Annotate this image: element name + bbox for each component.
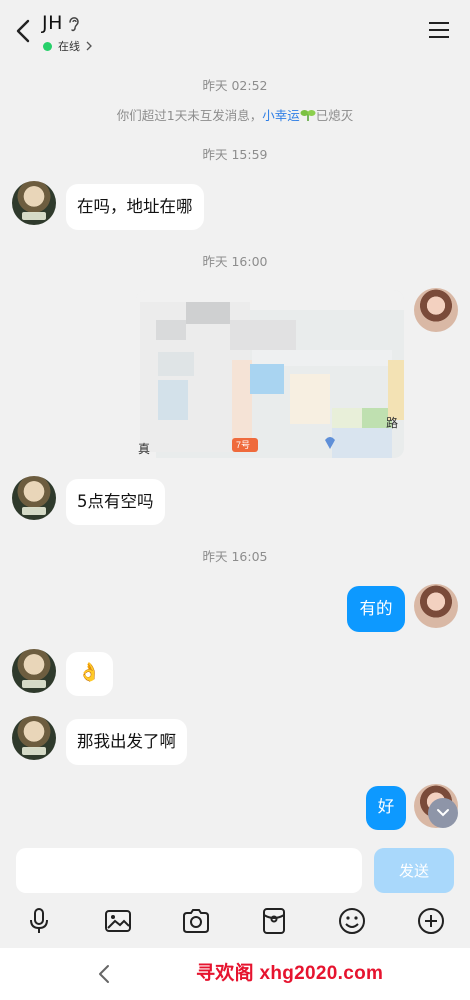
map-tile	[186, 302, 230, 324]
chevron-right-icon	[86, 41, 92, 51]
avatar-badge	[22, 507, 46, 515]
map-text: 真	[138, 442, 151, 456]
chevron-down-icon	[437, 809, 449, 817]
composer-toolbar	[0, 904, 470, 944]
map-text: 路	[386, 416, 399, 430]
map-tile	[158, 352, 194, 376]
avatar-badge	[22, 680, 46, 688]
map-road	[232, 360, 252, 450]
avatar[interactable]	[12, 476, 56, 520]
watermark: 寻欢阁 xhg2020.com	[196, 963, 384, 984]
location-card[interactable]: 7号 真 路	[136, 290, 404, 458]
timestamp: 昨天 15:59	[202, 147, 268, 162]
message-input[interactable]	[16, 848, 362, 893]
avatar-badge	[22, 212, 46, 220]
system-note-suffix: 已熄灭	[315, 108, 354, 123]
message-bubble-incoming[interactable]: 👌	[66, 652, 113, 696]
map-tile	[158, 380, 188, 420]
camera-icon[interactable]	[181, 906, 211, 936]
message-bubble-outgoing[interactable]: 有的	[347, 586, 405, 632]
avatar-self[interactable]	[414, 584, 458, 628]
map-poi-label: 7号	[232, 438, 258, 452]
menu-icon[interactable]	[428, 20, 450, 40]
map-water	[250, 364, 284, 394]
message-bubble-incoming[interactable]: 在吗，地址在哪	[66, 184, 204, 230]
avatar-badge	[22, 747, 46, 755]
image-icon[interactable]	[103, 906, 133, 936]
back-arrow-icon[interactable]	[10, 16, 36, 46]
timestamp: 昨天 16:05	[202, 549, 268, 564]
avatar-self[interactable]	[414, 288, 458, 332]
map-road	[388, 360, 404, 420]
lucky-link[interactable]: 小幸运	[262, 108, 300, 123]
send-button[interactable]: 发送	[374, 848, 454, 893]
contact-name[interactable]: JH	[42, 12, 63, 34]
red-packet-icon[interactable]	[259, 906, 289, 936]
nav-back-icon[interactable]	[95, 963, 113, 985]
system-note: 你们超过1天未互发消息，小幸运 已熄灭	[0, 105, 470, 124]
location-pin-icon	[325, 437, 335, 449]
timestamp: 昨天 02:52	[202, 78, 268, 93]
avatar[interactable]	[12, 181, 56, 225]
system-note-text: 你们超过1天未互发消息，	[116, 108, 263, 123]
emoji-icon[interactable]	[337, 906, 367, 936]
message-bubble-outgoing[interactable]: 好	[366, 786, 406, 830]
map-tile	[290, 374, 330, 424]
map-tile	[156, 320, 186, 340]
map-tile	[332, 428, 392, 458]
chat-header: JH 在线	[0, 0, 470, 62]
map-tile	[230, 320, 296, 350]
timestamp: 昨天 16:00	[202, 254, 268, 269]
online-status[interactable]: 在线	[43, 38, 93, 54]
avatar[interactable]	[12, 716, 56, 760]
sprout-icon	[300, 110, 316, 121]
scroll-to-bottom-button[interactable]	[428, 798, 458, 828]
ear-icon	[69, 17, 79, 32]
message-bubble-incoming[interactable]: 5点有空吗	[66, 479, 165, 525]
composer: 发送	[0, 840, 470, 948]
microphone-icon[interactable]	[24, 906, 54, 936]
status-text: 在线	[58, 40, 80, 53]
title-row[interactable]: JH	[42, 12, 81, 34]
online-dot	[43, 41, 52, 51]
plus-icon[interactable]	[416, 906, 446, 936]
message-bubble-incoming[interactable]: 那我出发了啊	[66, 719, 187, 765]
avatar[interactable]	[12, 649, 56, 693]
